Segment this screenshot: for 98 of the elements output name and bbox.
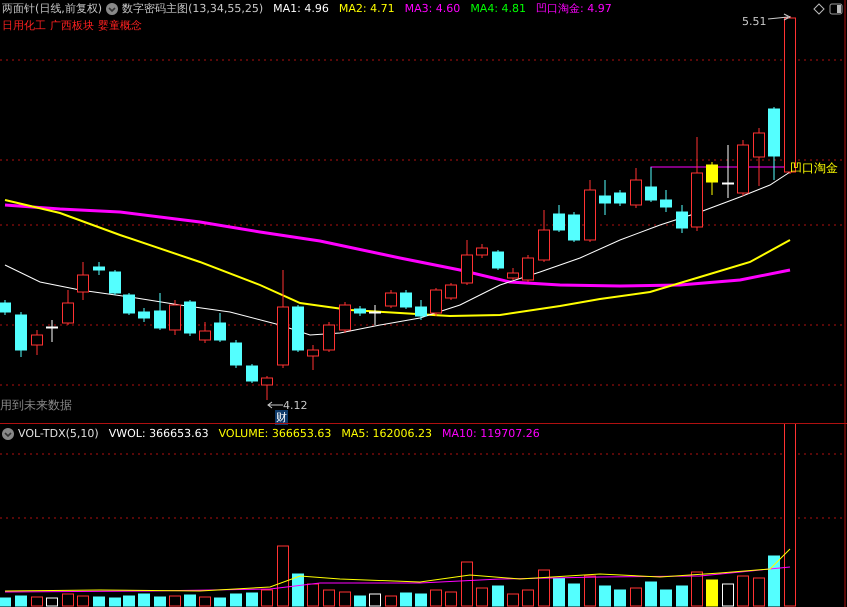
candlestick [476, 244, 488, 258]
volume-bar [553, 578, 565, 606]
candlestick [261, 376, 273, 400]
sector-tag[interactable]: 婴童概念 [98, 18, 142, 32]
sector-tag[interactable]: 日用化工 [2, 18, 46, 32]
candlestick [199, 322, 211, 344]
candlestick [706, 162, 718, 196]
indicator-reading: VWOL: 366653.63 [108, 427, 209, 440]
candlestick [46, 320, 58, 342]
candlestick [445, 282, 457, 300]
volume-bar [154, 596, 166, 606]
volume-bar [93, 596, 105, 606]
candlestick [753, 128, 765, 186]
candlestick [184, 300, 196, 336]
indicator-reading: MA1: 4.96 [273, 2, 329, 15]
volume-bar [138, 594, 150, 606]
candlestick [339, 302, 351, 334]
volume-bar [246, 592, 258, 606]
candlestick [614, 190, 626, 206]
candlestick [584, 180, 596, 242]
candlestick [154, 292, 166, 330]
volume-bar [706, 580, 718, 606]
diamond-icon[interactable] [813, 2, 825, 14]
volume-bar [492, 586, 504, 606]
volume-bar [415, 594, 427, 606]
candlestick [230, 340, 242, 368]
volume-bar [123, 596, 135, 606]
candlestick [630, 168, 642, 208]
leader-line [267, 402, 284, 408]
candlestick [568, 212, 580, 242]
candlestick [522, 254, 534, 282]
candlestick [169, 300, 181, 336]
volume-bar [354, 596, 366, 606]
notice-text: 用到未来数据 [0, 397, 72, 414]
indicator-reading: MA2: 4.71 [338, 2, 395, 15]
candlestick [138, 308, 150, 322]
stock-title: 两面针(日线,前复权) [2, 1, 102, 16]
candlestick [507, 268, 519, 280]
candlestick [307, 344, 319, 370]
candlestick [461, 240, 473, 286]
candlestick [0, 300, 11, 316]
price-label: 5.51 [742, 15, 766, 28]
candlestick [722, 144, 734, 198]
volume-bar [184, 594, 196, 606]
candlestick [109, 270, 121, 296]
indicator-name: VOL-TDX(5,10) [18, 427, 99, 440]
volume-bar [292, 574, 304, 606]
candlestick [415, 300, 427, 320]
indicator-reading: MA5: 162006.23 [341, 427, 432, 440]
candlestick [77, 262, 89, 300]
candlestick [15, 312, 27, 358]
candlestick [400, 290, 412, 310]
candlestick [369, 304, 381, 326]
candlestick [214, 312, 226, 342]
candlestick [93, 262, 105, 276]
volume-bar [599, 586, 611, 606]
candlestick [354, 306, 366, 316]
finance-marker[interactable]: 财 [275, 410, 288, 425]
volume-bar [568, 584, 580, 606]
volume-bar [400, 592, 412, 606]
candlestick [538, 210, 550, 262]
leader-line [768, 14, 792, 20]
candlestick [676, 204, 688, 234]
candlestick [323, 322, 335, 352]
candlestick [737, 140, 749, 196]
candlestick [31, 330, 43, 356]
indicator-name: 数字密码主图(13,34,55,25) [122, 1, 264, 16]
candlestick [385, 290, 397, 308]
candlestick [660, 190, 672, 212]
candlestick [246, 364, 258, 384]
volume-bar [0, 598, 11, 606]
volume-bar [230, 594, 242, 606]
candlestick [599, 180, 611, 216]
volume-bar [614, 590, 626, 606]
candlestick [292, 304, 304, 352]
indicator-reading: 凹口淘金: 4.97 [536, 1, 612, 16]
volume-bar [768, 556, 780, 606]
indicator-reading: MA3: 4.60 [404, 2, 460, 15]
volume-bar [676, 586, 688, 606]
volume-bar [645, 582, 657, 606]
dropdown-icon[interactable] [2, 428, 14, 440]
candlestick [492, 250, 504, 270]
candlestick [553, 204, 565, 232]
candlestick [430, 288, 442, 316]
volume-bar [214, 598, 226, 606]
price-label: 4.12 [283, 399, 308, 412]
panel-toggle-icon[interactable] [829, 2, 843, 14]
volume-bar [109, 598, 121, 606]
candlestick [645, 166, 657, 202]
indicator-reading: VOLUME: 366653.63 [218, 427, 332, 440]
indicator-reading: MA10: 119707.26 [442, 427, 540, 440]
volume-bar [660, 590, 672, 606]
indicator-reading: MA4: 4.81 [470, 2, 526, 15]
dropdown-icon[interactable] [106, 2, 118, 14]
volume-bar [15, 596, 27, 606]
sector-tag[interactable]: 广西板块 [50, 18, 94, 32]
candlestick [62, 290, 74, 326]
candlestick [123, 292, 135, 316]
